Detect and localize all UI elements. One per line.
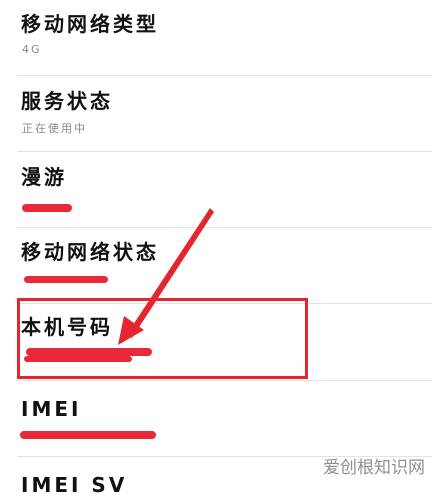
annotation-arrow-icon: [118, 208, 214, 345]
watermark: 爱创根知识网: [323, 458, 425, 478]
